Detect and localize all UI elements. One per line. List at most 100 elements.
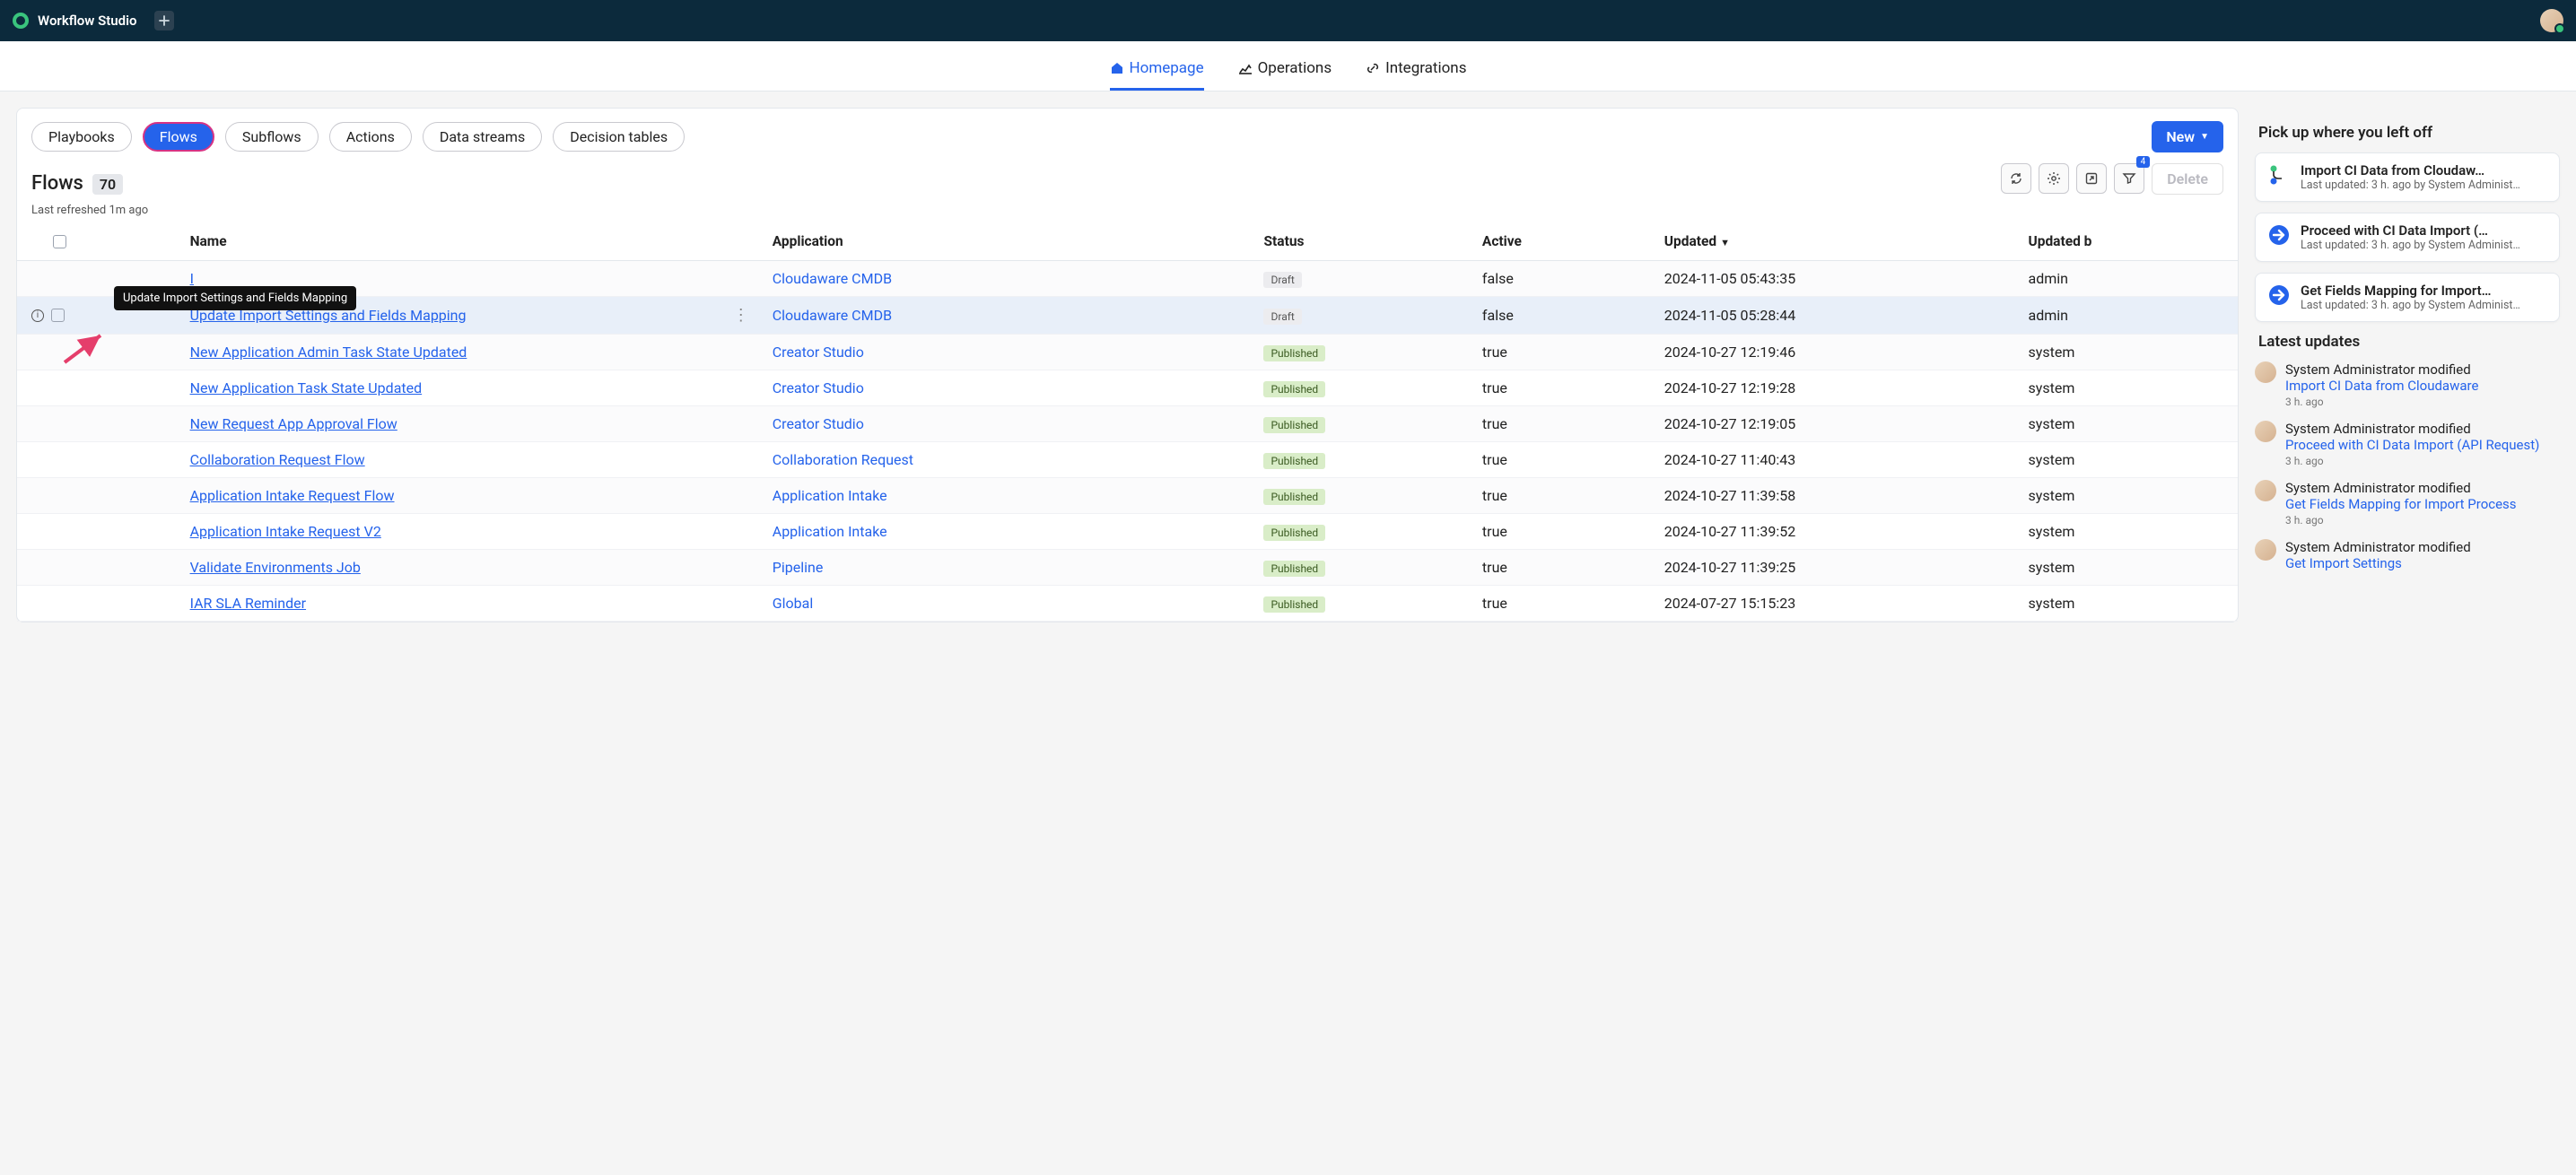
filter-icon [2122, 171, 2136, 186]
active-cell: false [1473, 297, 1655, 335]
active-cell: true [1473, 478, 1655, 514]
col-status[interactable]: Status [1254, 222, 1472, 261]
table-row: Validate Environments Job Pipeline Publi… [17, 550, 2238, 586]
table-row: Application Intake Request Flow Applicat… [17, 478, 2238, 514]
pill-actions[interactable]: Actions [329, 122, 412, 152]
col-name[interactable]: Name [181, 222, 764, 261]
flow-name-link[interactable]: IAR SLA Reminder [190, 595, 306, 612]
flow-name-link[interactable]: New Application Admin Task State Updated [190, 344, 467, 361]
flow-type-tabs: Playbooks Flows Subflows Actions Data st… [17, 109, 2238, 156]
new-tab-button[interactable] [154, 11, 174, 30]
select-all-checkbox[interactable] [53, 235, 66, 248]
recent-title: Import CI Data from Cloudaw… [2301, 162, 2520, 178]
user-avatar[interactable] [2540, 9, 2563, 32]
active-cell: true [1473, 406, 1655, 442]
filter-button[interactable] [2114, 163, 2144, 194]
product-name: Workflow Studio [38, 13, 136, 29]
pill-subflows[interactable]: Subflows [225, 122, 319, 152]
updated-cell: 2024-10-27 12:19:46 [1655, 335, 2020, 370]
info-icon[interactable]: i [31, 309, 44, 322]
tab-integrations[interactable]: Integrations [1366, 59, 1466, 91]
updated-by-cell: admin [2020, 297, 2238, 335]
topbar: Workflow Studio [0, 0, 2576, 41]
status-badge: Draft [1263, 272, 1301, 288]
application-link[interactable]: Application Intake [773, 523, 887, 540]
application-link[interactable]: Creator Studio [773, 344, 864, 361]
col-updated[interactable]: Updated▼ [1655, 222, 2020, 261]
recent-meta: Last updated: 3 h. ago by System Adminis… [2301, 299, 2520, 312]
caret-down-icon: ▼ [2200, 132, 2209, 142]
new-button[interactable]: New ▼ [2152, 121, 2223, 152]
col-application[interactable]: Application [764, 222, 1255, 261]
update-who: System Administrator modified [2285, 539, 2471, 555]
chart-icon [1238, 61, 1253, 75]
update-time: 3 h. ago [2285, 396, 2478, 408]
export-button[interactable] [2076, 163, 2107, 194]
tab-operations-label: Operations [1258, 59, 1332, 77]
flow-name-link[interactable]: New Application Task State Updated [190, 379, 423, 396]
avatar-icon [2255, 539, 2276, 561]
active-cell: true [1473, 442, 1655, 478]
callout-arrow-icon [60, 331, 114, 367]
updated-by-cell: admin [2020, 261, 2238, 297]
application-link[interactable]: Cloudaware CMDB [773, 307, 892, 324]
application-link[interactable]: Creator Studio [773, 415, 864, 432]
application-link[interactable]: Application Intake [773, 487, 887, 504]
pill-decision-tables[interactable]: Decision tables [553, 122, 685, 152]
flow-name-link[interactable]: Collaboration Request Flow [190, 451, 365, 468]
update-link[interactable]: Import CI Data from Cloudaware [2285, 378, 2478, 394]
pill-playbooks[interactable]: Playbooks [31, 122, 132, 152]
tab-operations[interactable]: Operations [1238, 59, 1332, 91]
tab-homepage[interactable]: Homepage [1110, 59, 1204, 91]
col-updated-by[interactable]: Updated b [2020, 222, 2238, 261]
update-item: System Administrator modified Proceed wi… [2255, 421, 2560, 467]
flow-name-link[interactable]: Validate Environments Job [190, 559, 361, 576]
delete-button[interactable]: Delete [2152, 163, 2223, 195]
updated-cell: 2024-10-27 11:40:43 [1655, 442, 2020, 478]
pill-flows[interactable]: Flows [143, 122, 214, 152]
col-active[interactable]: Active [1473, 222, 1655, 261]
tab-homepage-label: Homepage [1130, 59, 1204, 77]
updated-cell: 2024-11-05 05:28:44 [1655, 297, 2020, 335]
row-menu-button[interactable]: ⋮ [728, 306, 755, 325]
status-badge: Draft [1263, 309, 1301, 325]
application-link[interactable]: Collaboration Request [773, 451, 913, 468]
updated-by-cell: system [2020, 550, 2238, 586]
latest-heading: Latest updates [2255, 333, 2560, 351]
row-checkbox[interactable] [51, 309, 65, 322]
flow-name-link[interactable]: Application Intake Request Flow [190, 487, 395, 504]
refresh-button[interactable] [2001, 163, 2031, 194]
main-panel: Playbooks Flows Subflows Actions Data st… [16, 108, 2239, 622]
flow-name-link[interactable]: New Request App Approval Flow [190, 415, 397, 432]
avatar-icon [2255, 421, 2276, 442]
update-link[interactable]: Proceed with CI Data Import (API Request… [2285, 437, 2539, 453]
update-item: System Administrator modified Import CI … [2255, 361, 2560, 408]
recent-card[interactable]: Get Fields Mapping for Import… Last upda… [2255, 273, 2560, 322]
last-refreshed: Last refreshed 1m ago [17, 204, 2238, 222]
application-link[interactable]: Cloudaware CMDB [773, 270, 892, 287]
pill-data-streams[interactable]: Data streams [423, 122, 542, 152]
recent-card[interactable]: Import CI Data from Cloudaw… Last update… [2255, 152, 2560, 202]
flow-name-link[interactable]: Application Intake Request V2 [190, 523, 381, 540]
active-cell: true [1473, 550, 1655, 586]
update-link[interactable]: Get Fields Mapping for Import Process [2285, 496, 2517, 512]
avatar-icon [2255, 361, 2276, 383]
application-link[interactable]: Pipeline [773, 559, 824, 576]
update-link[interactable]: Get Import Settings [2285, 555, 2402, 571]
application-link[interactable]: Creator Studio [773, 379, 864, 396]
recent-card[interactable]: Proceed with CI Data Import (… Last upda… [2255, 213, 2560, 262]
status-badge: Published [1263, 525, 1325, 541]
home-icon [1110, 61, 1124, 75]
flow-name-link[interactable]: I [190, 270, 194, 287]
status-badge: Published [1263, 596, 1325, 613]
updated-by-cell: system [2020, 335, 2238, 370]
export-icon [2084, 171, 2099, 186]
application-link[interactable]: Global [773, 595, 814, 612]
active-cell: true [1473, 335, 1655, 370]
updated-cell: 2024-10-27 11:39:52 [1655, 514, 2020, 550]
settings-button[interactable] [2039, 163, 2069, 194]
product-logo-icon [13, 13, 29, 29]
table-row: New Request App Approval Flow Creator St… [17, 406, 2238, 442]
active-cell: false [1473, 261, 1655, 297]
update-who: System Administrator modified [2285, 421, 2539, 437]
